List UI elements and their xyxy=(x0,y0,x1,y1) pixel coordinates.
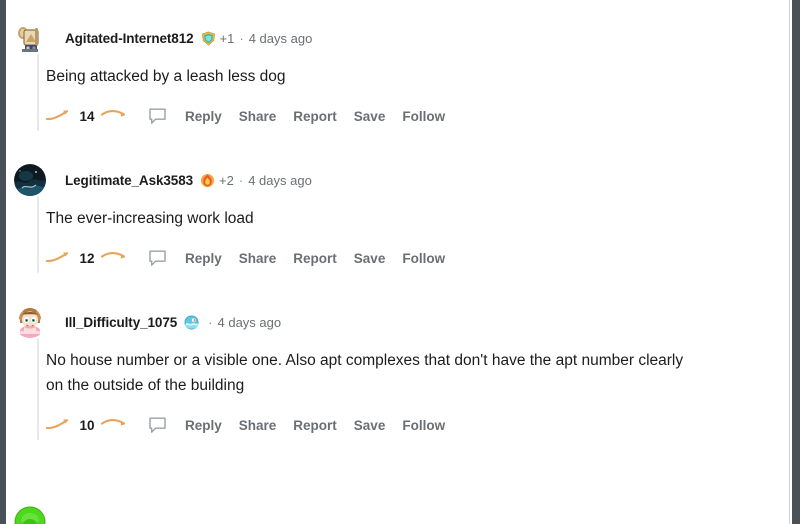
comment-action-bar: 12 Reply Share Report Save Follow xyxy=(46,243,789,273)
avatar-cartoon-girl-pink-icon xyxy=(14,306,46,338)
downvote-arrow-icon[interactable] xyxy=(100,107,128,125)
vote-score: 12 xyxy=(79,250,95,266)
avatar-dark-nebula-icon xyxy=(14,164,46,196)
report-button[interactable]: Report xyxy=(293,251,337,266)
reply-button[interactable]: Reply xyxy=(185,251,222,266)
metadata-separator: · xyxy=(208,314,213,330)
vote-group: 14 xyxy=(46,107,128,125)
comment-author-username[interactable]: Ill_Difficulty_1075 xyxy=(65,315,177,330)
comment-header: Ill_Difficulty_1075 · 4 days ago xyxy=(6,306,789,338)
comment-thread: Ill_Difficulty_1075 · 4 days ago No hous… xyxy=(6,306,789,440)
speech-bubble-icon[interactable] xyxy=(128,416,167,435)
award-badge-orange-flame-icon[interactable] xyxy=(200,173,215,188)
report-button[interactable]: Report xyxy=(293,109,337,124)
window-chrome-right-edge xyxy=(792,0,800,524)
comment-timestamp: 4 days ago xyxy=(248,30,313,46)
follow-button[interactable]: Follow xyxy=(402,109,445,124)
comment-action-bar: 10 Reply Share Report Save Follow xyxy=(46,410,789,440)
award-count: +2 xyxy=(219,172,234,188)
content-right-hairline xyxy=(789,0,790,524)
comment-text: The ever-increasing work load xyxy=(46,210,254,227)
speech-bubble-icon[interactable] xyxy=(128,107,167,126)
comment-thread: Legitimate_Ask3583 +2 · 4 days ago The e… xyxy=(6,164,789,273)
avatar[interactable] xyxy=(14,164,46,196)
comment-author-username[interactable]: Agitated-Internet812 xyxy=(65,31,194,46)
report-button[interactable]: Report xyxy=(293,418,337,433)
share-button[interactable]: Share xyxy=(239,418,277,433)
award-count: +1 xyxy=(219,30,235,46)
vote-group: 10 xyxy=(46,416,128,434)
metadata-separator: · xyxy=(238,172,244,188)
speech-bubble-icon[interactable] xyxy=(128,249,167,268)
comment-text: No house number or a visible one. Also a… xyxy=(46,352,684,394)
comment-body-column: Being attacked by a leash less dog 14 Re… xyxy=(6,54,789,131)
vote-score: 14 xyxy=(79,108,95,124)
comment-body-column: No house number or a visible one. Also a… xyxy=(6,338,789,440)
follow-button[interactable]: Follow xyxy=(402,418,445,433)
thread-collapse-line[interactable] xyxy=(37,196,39,273)
comment-author-username[interactable]: Legitimate_Ask3583 xyxy=(65,173,193,188)
downvote-arrow-icon[interactable] xyxy=(100,249,128,267)
comment-feed: Agitated-Internet812 +1 · 4 days ago Bei… xyxy=(6,0,789,524)
avatar[interactable] xyxy=(14,22,46,54)
comment-timestamp: 4 days ago xyxy=(248,172,312,188)
upvote-arrow-icon[interactable] xyxy=(46,249,74,267)
comment-thread: Agitated-Internet812 +1 · 4 days ago Bei… xyxy=(6,22,789,131)
comment-body-column: The ever-increasing work load 12 Reply S… xyxy=(6,196,789,273)
reply-button[interactable]: Reply xyxy=(185,418,222,433)
comment-header: Agitated-Internet812 +1 · 4 days ago xyxy=(6,22,789,54)
browser-viewport: Agitated-Internet812 +1 · 4 days ago Bei… xyxy=(0,0,800,524)
thread-collapse-line[interactable] xyxy=(37,54,39,131)
award-badge-teal-shield-icon[interactable] xyxy=(201,31,216,46)
comment-action-bar: 14 Reply Share Report Save Follow xyxy=(46,101,789,131)
vote-score: 10 xyxy=(79,417,95,433)
share-button[interactable]: Share xyxy=(239,251,277,266)
award-badge-blue-wave-icon[interactable] xyxy=(184,315,199,330)
save-button[interactable]: Save xyxy=(354,109,386,124)
metadata-separator: · xyxy=(239,30,244,46)
comment-timestamp: 4 days ago xyxy=(217,314,282,330)
upvote-arrow-icon[interactable] xyxy=(46,107,74,125)
avatar-tan-snoo-icon xyxy=(14,22,46,54)
upvote-arrow-icon[interactable] xyxy=(46,416,74,434)
reply-button[interactable]: Reply xyxy=(185,109,222,124)
avatar[interactable] xyxy=(14,306,46,338)
comment-text: Being attacked by a leash less dog xyxy=(46,68,286,85)
thread-collapse-line[interactable] xyxy=(37,338,39,440)
downvote-arrow-icon[interactable] xyxy=(100,416,128,434)
share-button[interactable]: Share xyxy=(239,109,277,124)
save-button[interactable]: Save xyxy=(354,251,386,266)
save-button[interactable]: Save xyxy=(354,418,386,433)
comment-header: Legitimate_Ask3583 +2 · 4 days ago xyxy=(6,164,789,196)
vote-group: 12 xyxy=(46,249,128,267)
follow-button[interactable]: Follow xyxy=(402,251,445,266)
